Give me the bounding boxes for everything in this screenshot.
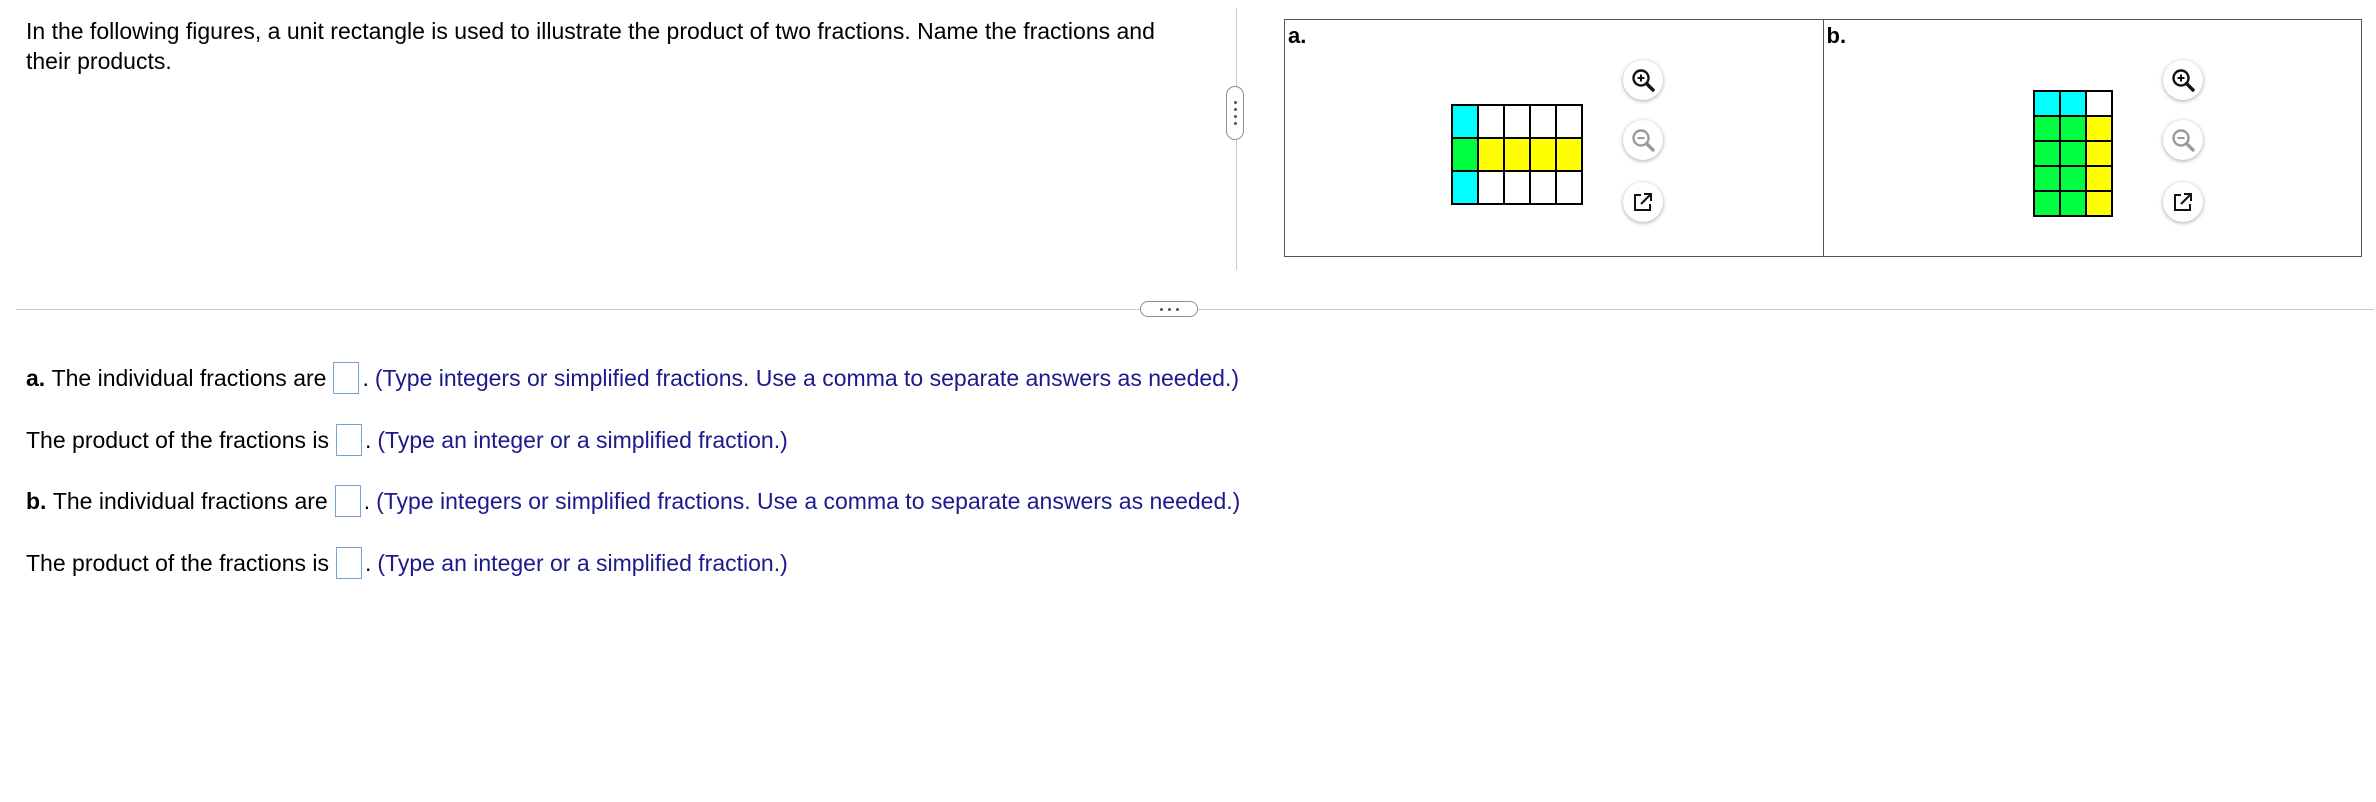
period: .	[362, 364, 369, 391]
period: .	[365, 549, 372, 576]
grid-cell	[1477, 104, 1505, 139]
a-product-input[interactable]	[336, 424, 362, 456]
zoom-out-icon	[2171, 129, 2195, 152]
a-product-prompt: The product of the fractions is	[26, 426, 329, 453]
grid-cell	[2058, 165, 2087, 192]
grid-cell	[1529, 137, 1557, 172]
figure-a-grid	[1451, 104, 1583, 205]
b-fractions-prompt: The individual fractions are	[52, 487, 328, 514]
b-product-hint: (Type an integer or a simplified fractio…	[377, 549, 788, 576]
a-product-hint: (Type an integer or a simplified fractio…	[377, 426, 788, 453]
answer-a-product-row: The product of the fractions is . (Type …	[26, 424, 788, 456]
figure-b-grid	[2032, 90, 2113, 217]
part-a-label: a.	[26, 364, 46, 391]
zoom-out-button[interactable]	[2162, 120, 2203, 160]
grid-cell	[1477, 170, 1505, 205]
grid-cell	[1555, 170, 1583, 205]
figure-a: a.	[1285, 20, 1823, 256]
question-text: In the following figures, a unit rectang…	[26, 18, 1155, 74]
open-new-window-button[interactable]	[2162, 182, 2203, 222]
grid-cell	[2058, 140, 2087, 167]
grid-cell	[2084, 90, 2113, 117]
grid-cell	[1503, 104, 1531, 139]
figure-b-label: b.	[1826, 23, 1847, 48]
zoom-in-icon	[1632, 69, 1655, 92]
grid-cell	[1529, 170, 1557, 205]
horizontal-resize-handle[interactable]	[1140, 301, 1198, 317]
grid-cell	[2032, 190, 2061, 217]
open-new-window-icon	[1634, 193, 1652, 211]
zoom-out-icon	[1632, 129, 1655, 152]
answer-b-fractions-row: b. The individual fractions are . (Type …	[26, 485, 1240, 517]
grid-cell	[2058, 115, 2087, 142]
b-product-input[interactable]	[336, 547, 362, 579]
zoom-in-button[interactable]	[2162, 60, 2203, 100]
period: .	[365, 426, 372, 453]
figure-b: b.	[1822, 20, 2362, 256]
grid-cell	[2032, 165, 2061, 192]
grid-cell	[2084, 115, 2113, 142]
grid-cell	[2032, 140, 2061, 167]
open-new-window-icon	[2173, 193, 2192, 211]
answer-a-fractions-row: a. The individual fractions are . (Type …	[26, 362, 1239, 394]
grid-cell	[1451, 170, 1479, 205]
grid-cell	[1451, 137, 1479, 172]
answer-b-product-row: The product of the fractions is . (Type …	[26, 547, 788, 579]
zoom-in-icon	[2171, 69, 2195, 92]
vertical-resize-handle[interactable]	[1226, 86, 1244, 140]
a-fractions-prompt: The individual fractions are	[51, 364, 327, 391]
grid-cell	[2058, 90, 2087, 117]
b-fractions-hint: (Type integers or simplified fractions. …	[376, 487, 1241, 514]
figures-panel: a. b.	[1284, 19, 2362, 257]
grid-cell	[2084, 190, 2113, 217]
a-fractions-input[interactable]	[333, 362, 360, 394]
zoom-in-button[interactable]	[1623, 60, 1663, 100]
grid-cell	[2032, 115, 2061, 142]
b-product-prompt: The product of the fractions is	[26, 549, 329, 576]
grid-cell	[2058, 190, 2087, 217]
grid-cell	[2084, 165, 2113, 192]
grid-cell	[2084, 140, 2113, 167]
part-b-label: b.	[26, 487, 47, 514]
grid-cell	[1555, 104, 1583, 139]
figure-a-label: a.	[1288, 23, 1307, 48]
open-new-window-button[interactable]	[1623, 182, 1663, 222]
grid-cell	[1529, 104, 1557, 139]
period: .	[363, 487, 371, 514]
b-fractions-input[interactable]	[334, 485, 361, 517]
grid-cell	[2032, 90, 2061, 117]
grid-cell	[1451, 104, 1479, 139]
grid-cell	[1503, 170, 1531, 205]
grid-cell	[1477, 137, 1505, 172]
zoom-out-button[interactable]	[1623, 120, 1663, 160]
a-fractions-hint: (Type integers or simplified fractions. …	[374, 364, 1240, 391]
grid-cell	[1503, 137, 1531, 172]
grid-cell	[1555, 137, 1583, 172]
